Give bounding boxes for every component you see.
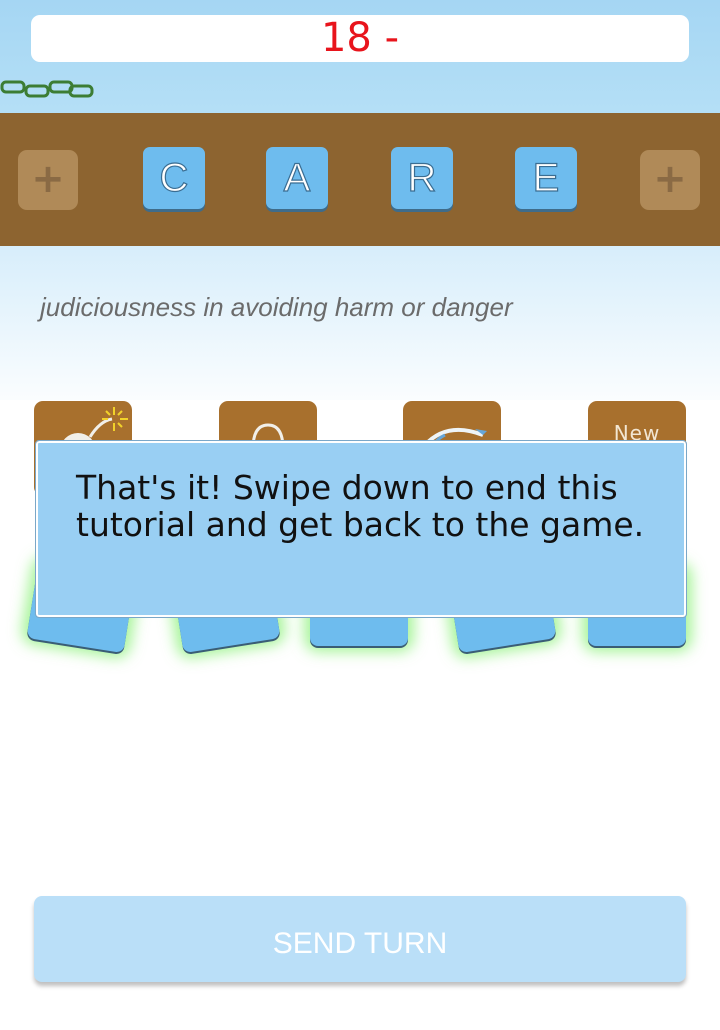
board-tile-a[interactable]: A bbox=[266, 147, 328, 209]
board-tile-c[interactable]: C bbox=[143, 147, 205, 209]
tile-letter: E bbox=[532, 155, 560, 200]
add-letter-right-button[interactable]: + bbox=[640, 150, 700, 210]
board-tile-e[interactable]: E bbox=[515, 147, 577, 209]
tutorial-overlay[interactable]: That's it! Swipe down to end this tutori… bbox=[35, 440, 687, 618]
board-tile-r[interactable]: R bbox=[391, 147, 453, 209]
tile-letter: C bbox=[159, 155, 189, 200]
add-letter-left-button[interactable]: + bbox=[18, 150, 78, 210]
clue-definition: judiciousness in avoiding harm or danger bbox=[40, 292, 513, 322]
tile-letter: R bbox=[407, 155, 437, 200]
plus-icon: + bbox=[31, 156, 65, 202]
tutorial-message: That's it! Swipe down to end this tutori… bbox=[76, 468, 645, 544]
plus-icon: + bbox=[653, 156, 687, 202]
score-bar: 18 - bbox=[31, 15, 689, 62]
send-turn-button[interactable]: SEND TURN bbox=[34, 896, 686, 982]
score-value: 18 - bbox=[320, 15, 400, 61]
chain-icon bbox=[0, 80, 94, 98]
tile-letter: A bbox=[283, 155, 311, 200]
word-board bbox=[0, 113, 720, 246]
